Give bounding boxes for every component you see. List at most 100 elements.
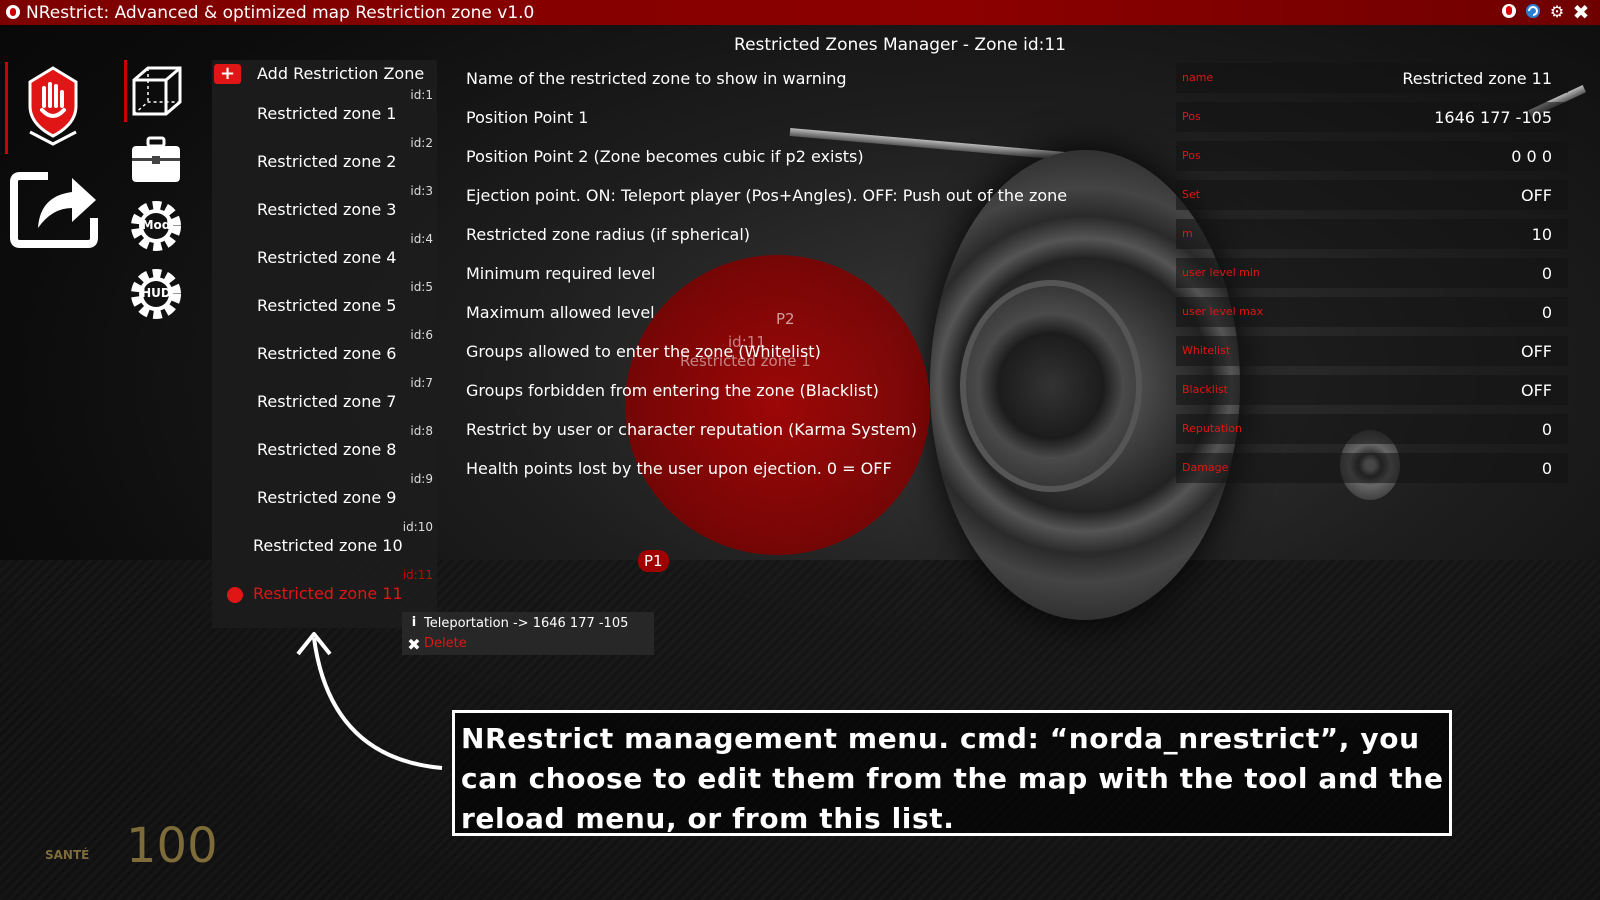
zone-name: Restricted zone 4	[257, 248, 397, 267]
max-level-field[interactable]: user level max 0	[1176, 297, 1568, 327]
zone-name: Restricted zone 3	[257, 200, 397, 219]
left-active-indicator	[5, 62, 8, 154]
setting-label: Health points lost by the user upon ejec…	[466, 459, 892, 478]
field-hint: Whitelist	[1182, 344, 1231, 357]
zone-name: Restricted zone 6	[257, 344, 397, 363]
zone-list-item[interactable]: id:6 Restricted zone 6	[212, 328, 437, 378]
field-hint: Set	[1182, 188, 1201, 201]
pos2-field[interactable]: Pos 0 0 0	[1176, 141, 1568, 171]
nrestrict-icon[interactable]	[1500, 3, 1518, 21]
damage-field[interactable]: Damage 0	[1176, 453, 1568, 483]
setting-label: Ejection point. ON: Teleport player (Pos…	[466, 186, 1068, 205]
radius-field[interactable]: m 10	[1176, 219, 1568, 249]
setting-row-pos2: Position Point 2 (Zone becomes cubic if …	[458, 141, 1568, 171]
p1-marker[interactable]: P1	[638, 550, 669, 572]
setting-label: Minimum required level	[466, 264, 656, 283]
zone-list-item[interactable]: id:4 Restricted zone 4	[212, 232, 437, 282]
field-value: 10	[1531, 225, 1552, 244]
field-value: 0	[1541, 420, 1552, 439]
zone-name: Restricted zone 9	[257, 488, 397, 507]
refresh-icon[interactable]	[1524, 3, 1542, 21]
share-icon[interactable]	[10, 166, 98, 248]
field-hint: Pos	[1182, 149, 1201, 162]
field-value: OFF	[1521, 342, 1552, 361]
zone-list-item[interactable]: id:1 Restricted zone 1	[212, 88, 437, 138]
field-hint: Pos	[1182, 110, 1201, 123]
zone-list-item[interactable]: id:2 Restricted zone 2	[212, 136, 437, 186]
health-label: SANTÉ	[45, 848, 90, 862]
min-level-field[interactable]: user level min 0	[1176, 258, 1568, 288]
blacklist-toggle[interactable]: Blacklist OFF	[1176, 375, 1568, 405]
callout-text: NRestrict management menu. cmd: “norda_n…	[461, 722, 1444, 835]
zone-list-item[interactable]: id:5 Restricted zone 5	[212, 280, 437, 330]
add-zone-row[interactable]: + Add Restriction Zone	[212, 60, 437, 90]
zone-id: id:10	[402, 520, 433, 534]
zone-id: id:3	[410, 184, 433, 198]
close-icon[interactable]: ✖	[1572, 2, 1590, 22]
gear-icon[interactable]: ⚙	[1548, 3, 1566, 21]
hud-gear-label: HUD	[141, 286, 171, 300]
ejection-toggle[interactable]: Set OFF	[1176, 180, 1568, 210]
setting-row-whitelist: Groups allowed to enter the zone (Whitel…	[458, 336, 1568, 366]
zone-id: id:11	[402, 568, 433, 582]
zone-name: Restricted zone 8	[257, 440, 397, 459]
zone-id: id:8	[410, 424, 433, 438]
zone-name: Restricted zone 11	[253, 584, 403, 603]
add-zone-label: Add Restriction Zone	[257, 64, 425, 83]
zone-id: id:9	[410, 472, 433, 486]
zone-name: Restricted zone 5	[257, 296, 397, 315]
zone-list-item-selected[interactable]: id:11 Restricted zone 11	[212, 568, 437, 618]
mod-gear-label: Mod	[141, 218, 171, 232]
setting-label: Groups forbidden from entering the zone …	[466, 381, 879, 400]
zone-list-item[interactable]: id:8 Restricted zone 8	[212, 424, 437, 474]
setting-row-name: Name of the restricted zone to show in w…	[458, 63, 1568, 93]
annotation-arrow-icon	[290, 628, 450, 788]
hud-gear-icon[interactable]: HUD	[128, 266, 184, 322]
zone-id: id:2	[410, 136, 433, 150]
field-value: 0	[1541, 303, 1552, 322]
field-hint: Blacklist	[1182, 383, 1228, 396]
reputation-field[interactable]: Reputation 0	[1176, 414, 1568, 444]
field-hint: Reputation	[1182, 422, 1242, 435]
zone-id: id:6	[410, 328, 433, 342]
zone-id: id:4	[410, 232, 433, 246]
add-zone-button[interactable]: +	[214, 64, 241, 84]
setting-row-max-level: Maximum allowed level user level max 0	[458, 297, 1568, 327]
field-hint: user level max	[1182, 305, 1264, 318]
field-value: 0	[1541, 264, 1552, 283]
zone-name: Restricted zone 10	[253, 536, 403, 555]
briefcase-icon[interactable]	[130, 136, 182, 184]
zone-list-item[interactable]: id:9 Restricted zone 9	[212, 472, 437, 522]
setting-row-pos1: Position Point 1 Pos 1646 177 -105	[458, 102, 1568, 132]
zone-id: id:7	[410, 376, 433, 390]
setting-row-ejection: Ejection point. ON: Teleport player (Pos…	[458, 180, 1568, 210]
field-value: 0 0 0	[1511, 147, 1552, 166]
annotation-callout: NRestrict management menu. cmd: “norda_n…	[452, 710, 1452, 836]
title-bar: NRestrict: Advanced & optimized map Rest…	[0, 0, 1600, 25]
setting-row-damage: Health points lost by the user upon ejec…	[458, 453, 1568, 483]
teleport-info-text: Teleportation -> 1646 177 -105	[424, 616, 629, 631]
setting-row-blacklist: Groups forbidden from entering the zone …	[458, 375, 1568, 405]
mod-gear-icon[interactable]: Mod	[128, 198, 184, 254]
setting-label: Restricted zone radius (if spherical)	[466, 225, 751, 244]
zone-list-item[interactable]: id:3 Restricted zone 3	[212, 184, 437, 234]
whitelist-toggle[interactable]: Whitelist OFF	[1176, 336, 1568, 366]
selected-dot-icon	[227, 587, 243, 603]
setting-row-reputation: Restrict by user or character reputation…	[458, 414, 1568, 444]
hand-stop-icon[interactable]	[24, 66, 82, 146]
setting-label: Position Point 2 (Zone becomes cubic if …	[466, 147, 864, 166]
window-title: NRestrict: Advanced & optimized map Rest…	[26, 3, 535, 23]
pos1-field[interactable]: Pos 1646 177 -105	[1176, 102, 1568, 132]
setting-label: Name of the restricted zone to show in w…	[466, 69, 847, 88]
zone-list-item[interactable]: id:7 Restricted zone 7	[212, 376, 437, 426]
name-field[interactable]: name Restricted zone 11	[1176, 63, 1568, 93]
zone-list[interactable]: + Add Restriction Zone id:1 Restricted z…	[212, 60, 437, 628]
zone-name: Restricted zone 1	[257, 104, 397, 123]
cube-icon[interactable]	[130, 64, 184, 118]
zone-list-item[interactable]: id:10 Restricted zone 10	[212, 520, 437, 570]
health-value: 100	[126, 818, 218, 874]
setting-row-radius: Restricted zone radius (if spherical) m …	[458, 219, 1568, 249]
setting-label: Maximum allowed level	[466, 303, 655, 322]
setting-label: Position Point 1	[466, 108, 589, 127]
setting-row-min-level: Minimum required level user level min 0	[458, 258, 1568, 288]
